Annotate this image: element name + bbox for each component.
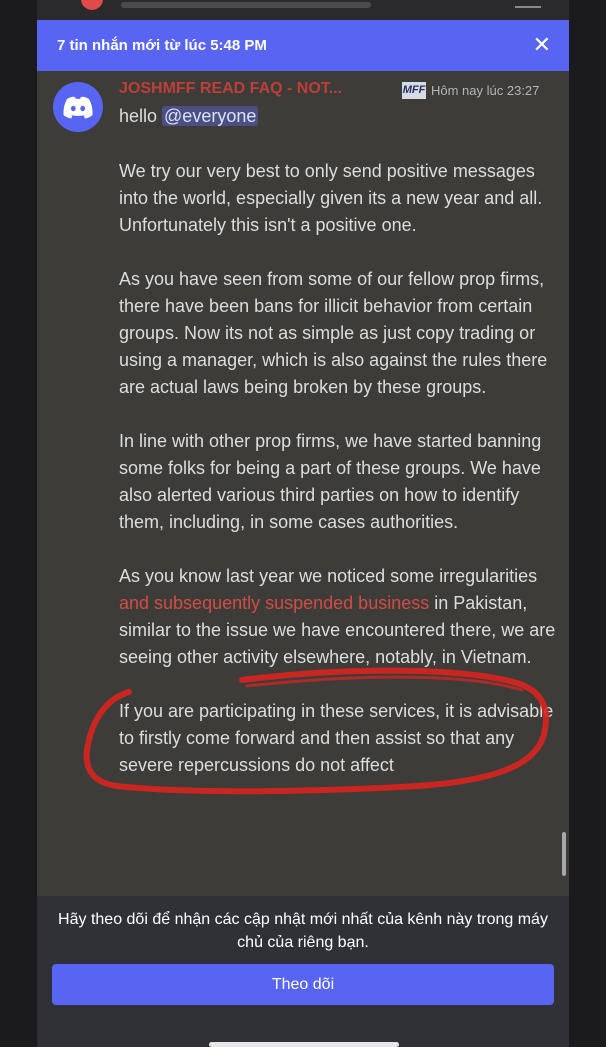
message-paragraph: If you are participating in these servic… xyxy=(119,701,554,775)
new-messages-banner[interactable]: 7 tin nhắn mới từ lúc 5:48 PM ✕ xyxy=(37,20,569,71)
message-body: We try our very best to only send positi… xyxy=(119,158,559,806)
follow-prompt: Hãy theo dõi để nhận các cập nhật mới nh… xyxy=(58,911,548,951)
everyone-mention[interactable]: @everyone xyxy=(162,106,259,126)
message-header: JOSHMFF READ FAQ - NOT... MFF Hôm nay lú… xyxy=(119,80,559,102)
follow-channel-panel: Hãy theo dõi để nhận các cập nhật mới nh… xyxy=(37,896,569,1047)
paragraph-text: As you know last year we noticed some ir… xyxy=(119,566,538,586)
greeting-line: hello @everyone xyxy=(119,106,259,127)
follow-button[interactable]: Theo dõi xyxy=(52,964,554,1005)
server-tag-badge: MFF xyxy=(402,82,426,99)
message-paragraph: As you have seen from some of our fellow… xyxy=(119,269,548,397)
notification-dot-icon xyxy=(81,0,103,10)
avatar[interactable] xyxy=(53,82,103,132)
status-bar xyxy=(37,0,569,20)
annotated-text: and subsequently suspended business xyxy=(119,593,430,613)
new-messages-text: 7 tin nhắn mới từ lúc 5:48 PM xyxy=(57,37,267,54)
message-paragraph: We try our very best to only send positi… xyxy=(119,161,543,235)
discord-mobile-screen: 7 tin nhắn mới từ lúc 5:48 PM ✕ JOSHMFF … xyxy=(37,0,569,1047)
author-name[interactable]: JOSHMFF READ FAQ - NOT... xyxy=(119,80,342,98)
message-paragraph-highlighted: As you know last year we noticed some ir… xyxy=(119,563,559,671)
scrollbar[interactable] xyxy=(562,832,566,876)
message-paragraph: In line with other prop firms, we have s… xyxy=(119,431,542,532)
greeting-text: hello xyxy=(119,106,163,126)
home-indicator[interactable] xyxy=(209,1042,399,1047)
menu-icon xyxy=(515,0,541,8)
status-bar-title xyxy=(121,2,371,8)
discord-logo-icon xyxy=(63,96,93,118)
message-timestamp: Hôm nay lúc 23:27 xyxy=(431,83,540,98)
close-icon[interactable]: ✕ xyxy=(533,33,551,57)
